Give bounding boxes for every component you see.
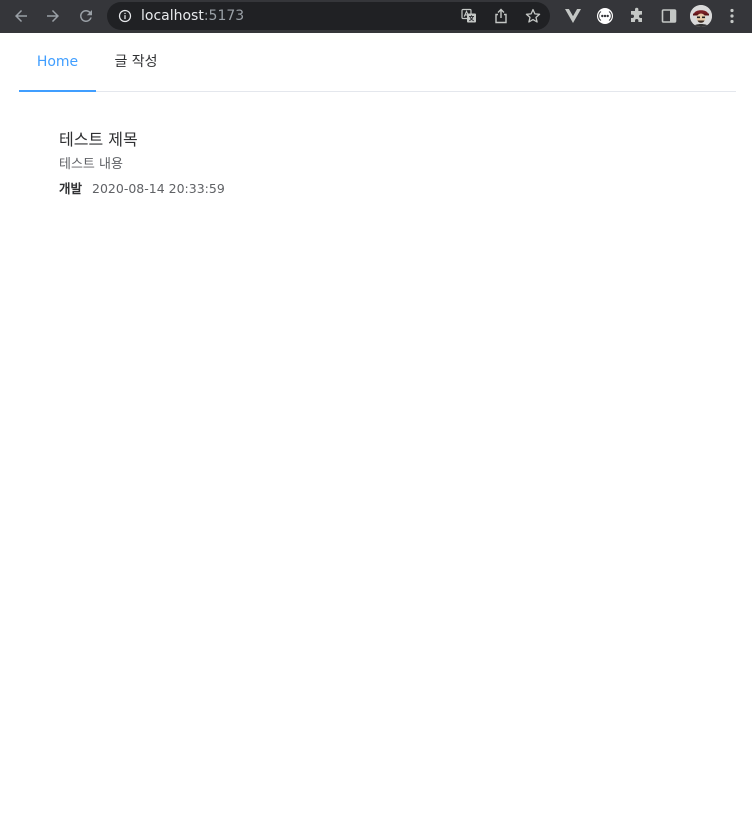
tab-home[interactable]: Home xyxy=(19,33,96,92)
forward-button[interactable] xyxy=(41,4,65,28)
share-icon xyxy=(495,8,507,24)
side-panel-button[interactable] xyxy=(659,6,679,26)
post-category: 개발 xyxy=(59,181,83,196)
reload-button[interactable] xyxy=(74,4,98,28)
bookmark-button[interactable] xyxy=(524,7,542,25)
puzzle-icon xyxy=(631,7,642,22)
star-icon xyxy=(525,8,541,23)
page-content: Home 글 작성 테스트 제목 테스트 내용 개발 2020-08-14 20:… xyxy=(0,33,752,822)
vue-devtools-icon xyxy=(565,9,581,23)
reload-icon xyxy=(79,9,92,22)
tab-write-post[interactable]: 글 작성 xyxy=(96,33,176,92)
share-button[interactable] xyxy=(492,7,510,25)
profile-picture xyxy=(690,5,712,27)
back-button[interactable] xyxy=(9,4,33,28)
kebab-menu-icon[interactable] xyxy=(724,6,740,26)
extensions-button[interactable] xyxy=(627,6,647,26)
browser-toolbar: localhost:5173 xyxy=(0,0,752,33)
vue-devtools-extension[interactable] xyxy=(563,6,583,26)
circle-extension[interactable] xyxy=(595,6,615,26)
side-panel-icon xyxy=(661,9,677,23)
arrow-right-icon xyxy=(47,10,59,22)
post-meta: 개발 2020-08-14 20:33:59 xyxy=(59,180,225,198)
translate-icon xyxy=(461,8,476,23)
url-text[interactable]: localhost:5173 xyxy=(141,7,244,25)
url-port: :5173 xyxy=(203,8,245,24)
avatar[interactable] xyxy=(690,5,712,27)
extension-circle-icon xyxy=(597,8,613,24)
url-host: localhost xyxy=(141,8,204,24)
nav-tabs: Home 글 작성 xyxy=(19,33,736,92)
address-bar[interactable]: localhost:5173 xyxy=(107,2,550,30)
info-icon[interactable] xyxy=(118,9,132,23)
post-title[interactable]: 테스트 제목 xyxy=(59,129,138,151)
post-content: 테스트 내용 xyxy=(59,157,123,172)
arrow-left-icon xyxy=(15,10,27,22)
translate-button[interactable] xyxy=(460,7,478,25)
post-date: 2020-08-14 20:33:59 xyxy=(92,181,225,196)
